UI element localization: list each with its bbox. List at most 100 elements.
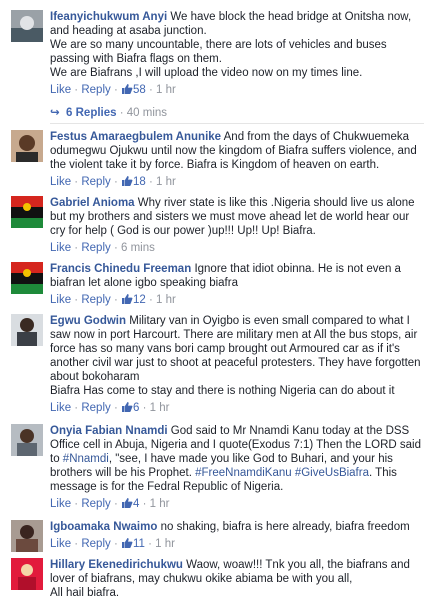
- comment-actions: Like · Reply · 58 · 1 hr: [50, 83, 426, 97]
- comment-body: Francis Chinedu Freeman Ignore that idio…: [50, 262, 426, 307]
- avatar[interactable]: [11, 196, 43, 228]
- like-count[interactable]: 12: [121, 294, 146, 306]
- replies-count: 6 Replies: [66, 107, 117, 119]
- separator-dot: ·: [71, 84, 82, 96]
- separator-dot: ·: [110, 498, 121, 510]
- separator-dot: ·: [144, 538, 156, 550]
- avatar-image: [11, 424, 43, 456]
- hashtag-link[interactable]: #Nnamdi: [63, 453, 109, 465]
- avatar-image: [11, 558, 43, 590]
- thumbs-up-icon: [121, 402, 133, 412]
- thumbs-up-icon: [121, 176, 133, 186]
- like-button[interactable]: Like: [50, 538, 71, 550]
- separator-dot: ·: [110, 294, 121, 306]
- timestamp[interactable]: 1 hr: [156, 176, 176, 188]
- reply-button[interactable]: Reply: [81, 242, 110, 254]
- like-count-value: 18: [132, 176, 146, 188]
- comment-actions: Like · Reply · 11 · 1 hr: [50, 537, 426, 551]
- like-count-value: 11: [132, 538, 145, 550]
- like-button[interactable]: Like: [50, 294, 71, 306]
- comment-body: Festus Amaraegbulem Anunike And from the…: [50, 130, 426, 189]
- avatar-image: [11, 520, 43, 552]
- like-button[interactable]: Like: [50, 176, 71, 188]
- comment-body: Gabriel Anioma Why river state is like t…: [50, 196, 426, 255]
- separator-dot: ·: [139, 402, 150, 414]
- separator-dot: ·: [110, 176, 121, 188]
- separator-dot: ·: [110, 242, 121, 254]
- comment-text: We are Biafrans ,I will upload the video…: [50, 67, 363, 79]
- separator-dot: ·: [71, 498, 82, 510]
- comment-author[interactable]: Francis Chinedu Freeman: [50, 263, 191, 275]
- thumbs-up-icon: [121, 294, 133, 304]
- comment-author[interactable]: Onyia Fabian Nnamdi: [50, 425, 168, 437]
- comment-author[interactable]: Ifeanyichukwum Anyi: [50, 11, 167, 23]
- like-count-value: 12: [132, 294, 146, 306]
- comments-feed: Ifeanyichukwum Anyi We have block the he…: [0, 0, 432, 607]
- timestamp[interactable]: 6 mins: [121, 242, 155, 254]
- separator-dot: ·: [71, 538, 82, 550]
- comment-author[interactable]: Egwu Godwin: [50, 315, 126, 327]
- comment-body: Egwu Godwin Military van in Oyigbo is ev…: [50, 314, 426, 415]
- biafra-flag-avatar: [11, 196, 43, 228]
- separator-dot: ·: [71, 402, 82, 414]
- like-count[interactable]: 18: [121, 176, 146, 188]
- like-count[interactable]: 4: [121, 498, 139, 510]
- avatar[interactable]: [11, 10, 43, 42]
- reply-arrow-icon: ↪: [50, 107, 60, 119]
- avatar[interactable]: [11, 130, 43, 162]
- like-button[interactable]: Like: [50, 498, 71, 510]
- reply-button[interactable]: Reply: [81, 84, 110, 96]
- like-button[interactable]: Like: [50, 242, 71, 254]
- comment-author[interactable]: Gabriel Anioma: [50, 197, 135, 209]
- timestamp[interactable]: 1 hr: [150, 498, 170, 510]
- separator-dot: ·: [110, 538, 121, 550]
- hashtag-link[interactable]: #GiveUsBiafra: [295, 467, 369, 479]
- separator-dot: ·: [110, 84, 121, 96]
- comment-actions: Like · Reply · 12 · 1 hr: [50, 293, 426, 307]
- comment-author[interactable]: Igboamaka Nwaimo: [50, 521, 157, 533]
- reply-button[interactable]: Reply: [81, 294, 110, 306]
- comment-author[interactable]: Hillary Ekenedirichukwu: [50, 559, 183, 571]
- separator-dot: ·: [145, 176, 157, 188]
- separator-dot: ·: [139, 498, 150, 510]
- replies-timestamp: 40 mins: [126, 107, 168, 119]
- avatar[interactable]: [11, 314, 43, 346]
- like-count[interactable]: 6: [121, 402, 139, 414]
- reply-button[interactable]: Reply: [81, 402, 110, 414]
- like-button[interactable]: Like: [50, 84, 71, 96]
- view-replies-link[interactable]: ↪ 6 Replies · 40 mins: [50, 106, 167, 120]
- reply-button[interactable]: Reply: [81, 498, 110, 510]
- separator-dot: ·: [71, 242, 82, 254]
- hashtag-link[interactable]: #FreeNnamdiKanu: [195, 467, 292, 479]
- separator-dot: ·: [71, 294, 82, 306]
- avatar-image: [11, 10, 43, 42]
- thumbs-up-icon: [121, 538, 133, 548]
- reply-button[interactable]: Reply: [81, 538, 110, 550]
- comment-body: Onyia Fabian Nnamdi God said to Mr Nnamd…: [50, 424, 426, 511]
- like-button[interactable]: Like: [50, 402, 71, 414]
- biafra-flag-avatar: [11, 262, 43, 294]
- like-count[interactable]: 58: [121, 84, 146, 96]
- reply-button[interactable]: Reply: [81, 176, 110, 188]
- comment-actions: Like · Reply · 6 · 1 hr: [50, 401, 426, 415]
- avatar[interactable]: [11, 558, 43, 590]
- avatar[interactable]: [11, 262, 43, 294]
- avatar[interactable]: [11, 424, 43, 456]
- separator-dot: ·: [145, 294, 157, 306]
- comment-text: We are so many uncountable, there are lo…: [50, 39, 387, 65]
- separator-dot: ·: [145, 84, 157, 96]
- timestamp[interactable]: 1 hr: [150, 402, 170, 414]
- timestamp[interactable]: 1 hr: [155, 538, 175, 550]
- comment-author[interactable]: Festus Amaraegbulem Anunike: [50, 131, 221, 143]
- divider: [50, 123, 424, 124]
- comment-text: Biafra Has come to stay and there is not…: [50, 385, 395, 397]
- comment-actions: Like · Reply · 18 · 1 hr: [50, 175, 426, 189]
- timestamp[interactable]: 1 hr: [156, 84, 176, 96]
- avatar[interactable]: [11, 520, 43, 552]
- like-count[interactable]: 11: [121, 538, 145, 550]
- comment-body: Igboamaka Nwaimo no shaking, biafra is h…: [50, 520, 426, 551]
- timestamp[interactable]: 1 hr: [156, 294, 176, 306]
- comment-body: Hillary Ekenedirichukwu Waow, woaw!!! Tn…: [50, 558, 426, 600]
- separator-dot: ·: [71, 176, 82, 188]
- thumbs-up-icon: [121, 498, 133, 508]
